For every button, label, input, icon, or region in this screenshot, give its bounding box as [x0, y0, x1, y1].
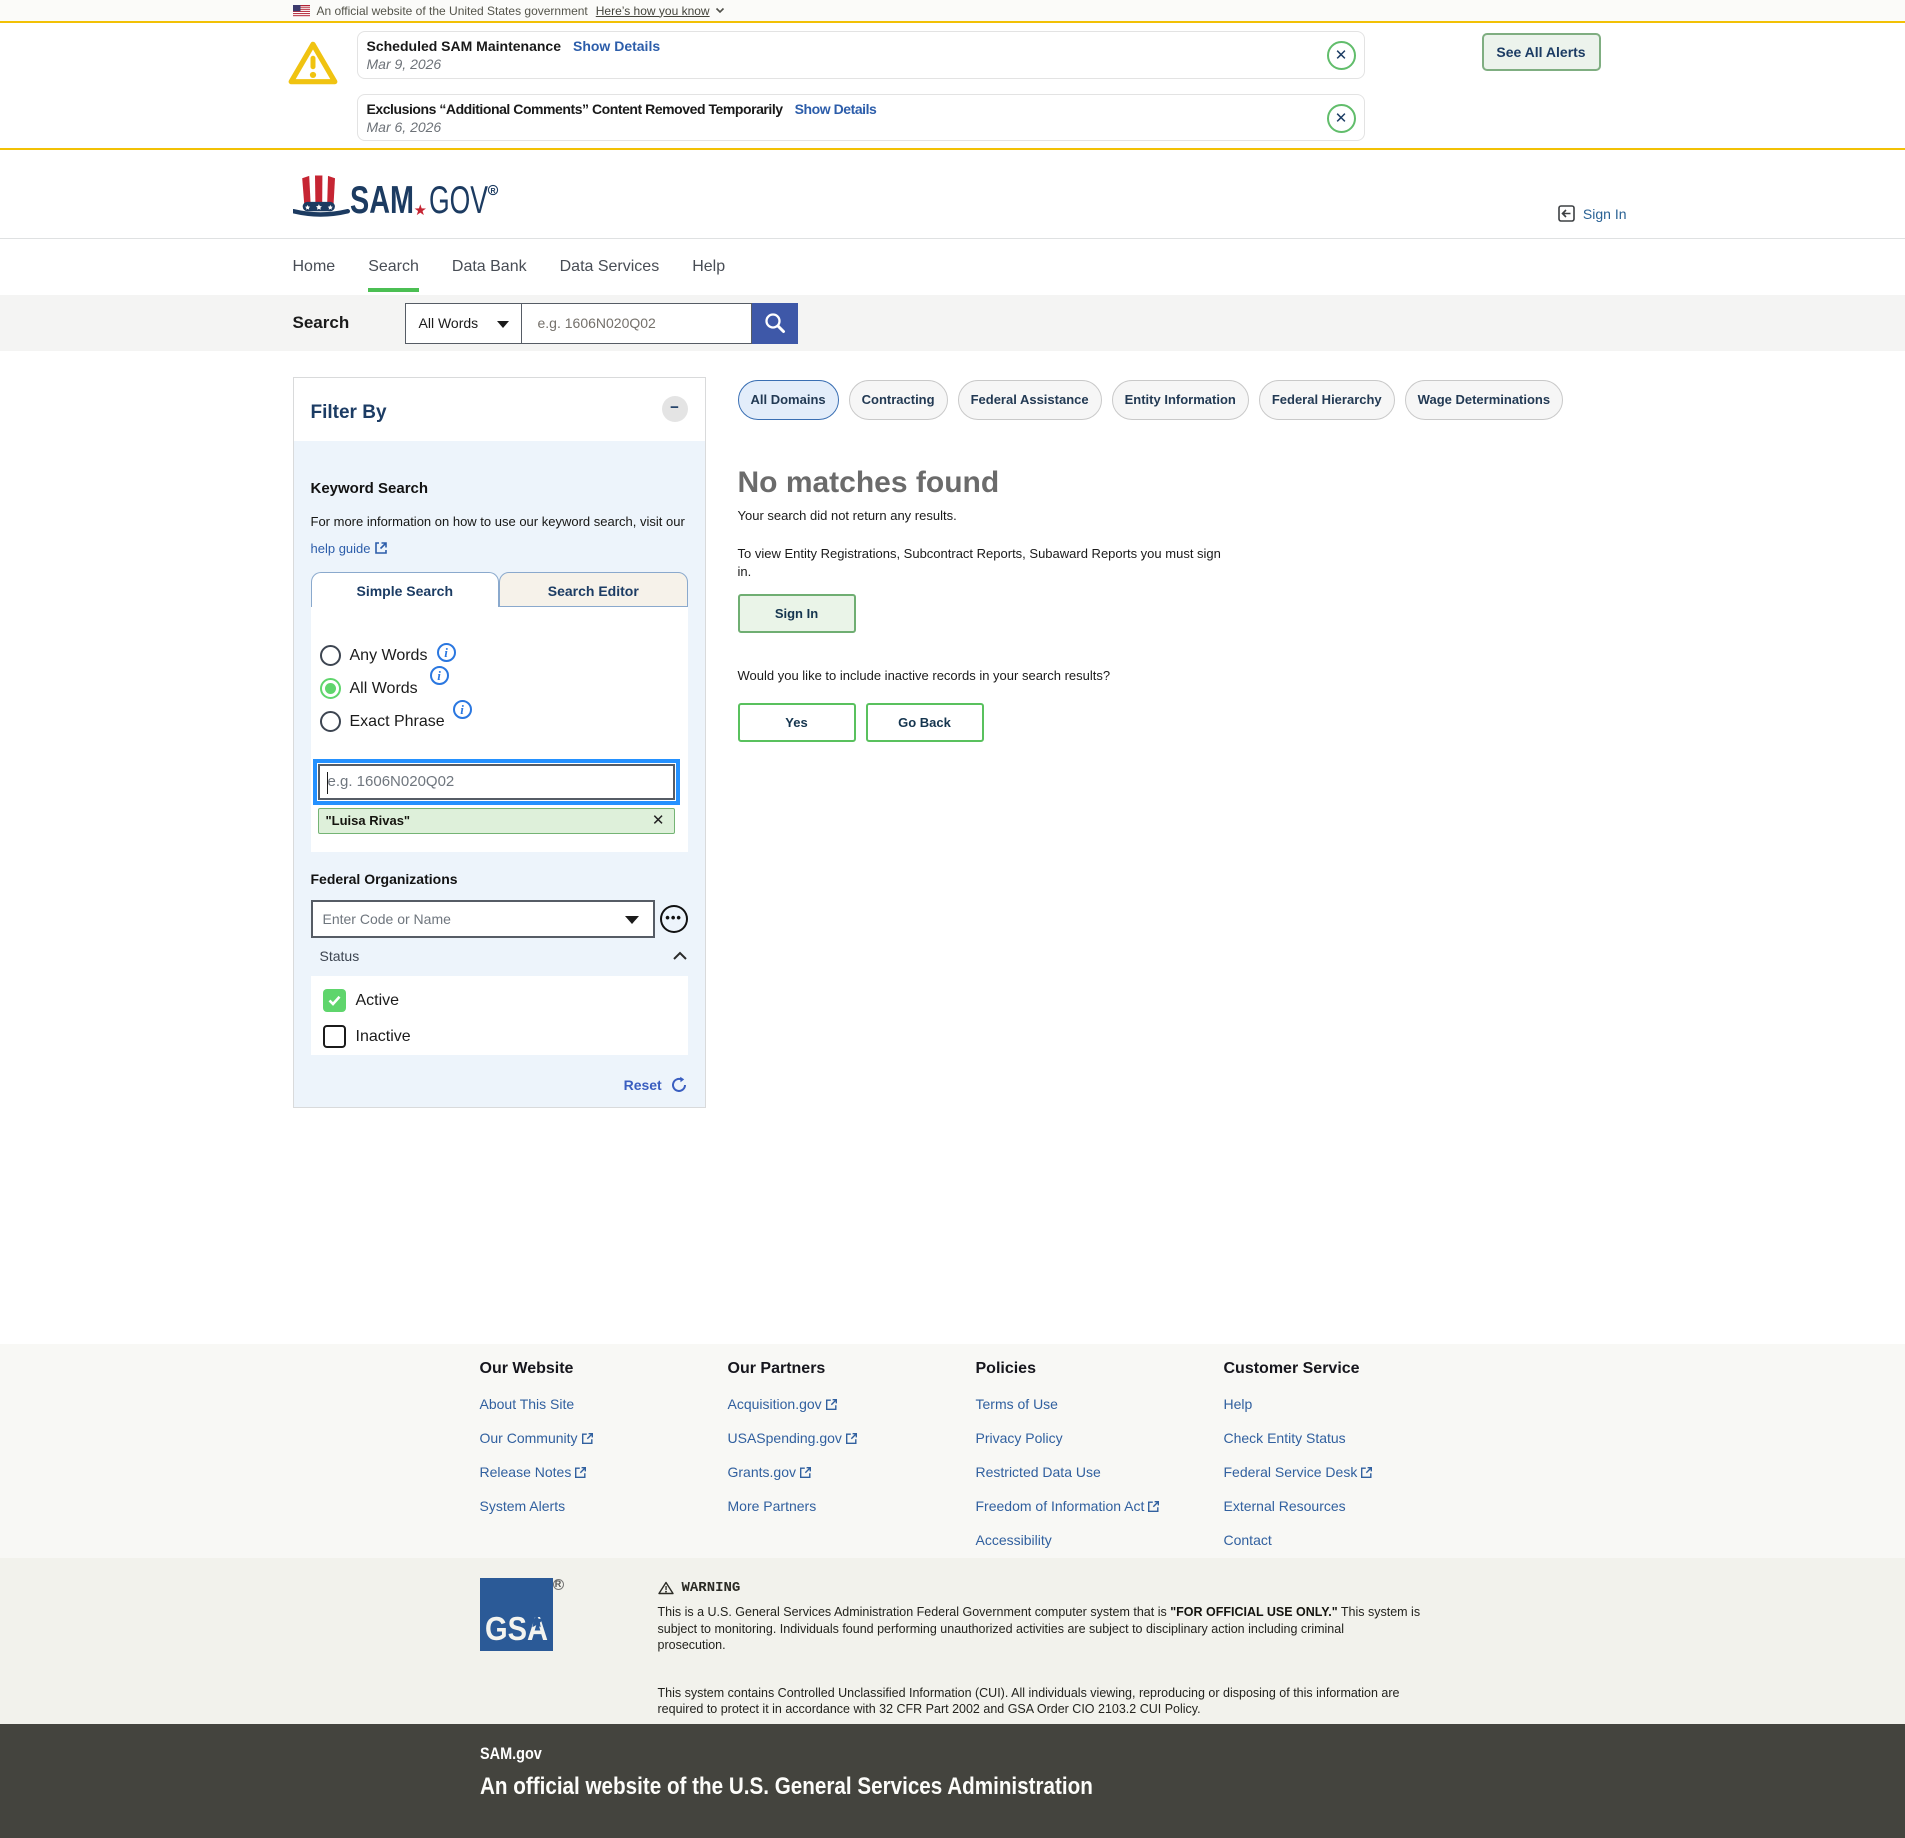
svg-text:SAM: SAM: [350, 179, 414, 218]
svg-text:GSA: GSA: [485, 1610, 548, 1647]
svg-text:R: R: [490, 188, 495, 195]
svg-text:GOV: GOV: [429, 179, 488, 218]
